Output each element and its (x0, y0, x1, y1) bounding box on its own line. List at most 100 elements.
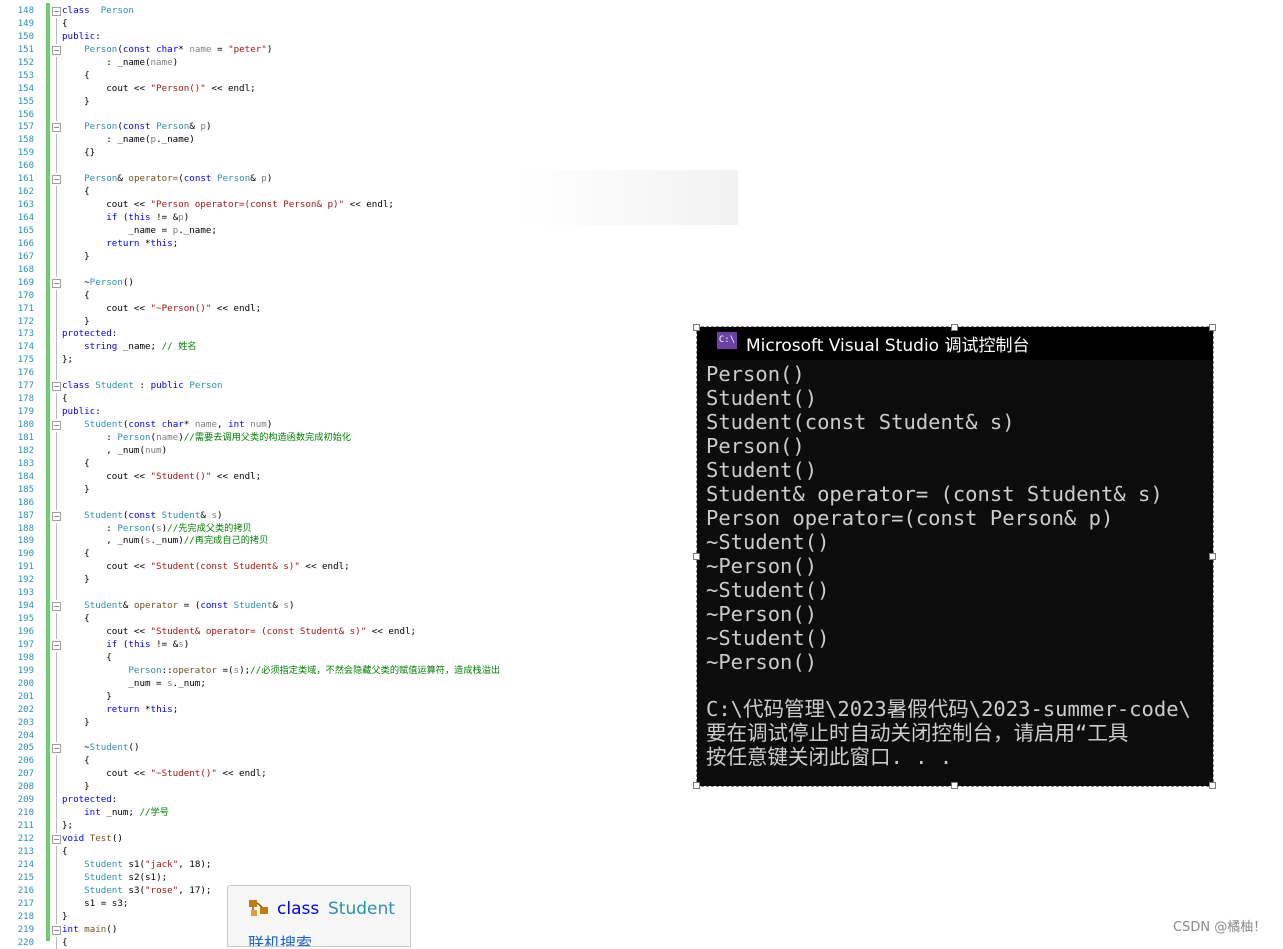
code-line[interactable]: _num = s._num; (62, 678, 700, 691)
code-line[interactable]: public: (62, 31, 700, 44)
code-line[interactable]: Person(const char* name = "peter") (62, 44, 700, 57)
code-line[interactable]: ~Person() (62, 277, 700, 290)
code-line[interactable]: } (62, 717, 700, 730)
code-line[interactable]: int _num; //学号 (62, 807, 700, 820)
resize-handle-ml[interactable] (693, 553, 700, 560)
collapse-toggle-icon[interactable]: − (52, 123, 61, 132)
code-token: } (62, 251, 90, 262)
code-line[interactable]: ~Student() (62, 742, 700, 755)
line-number: 208 (0, 781, 34, 794)
console-titlebar[interactable]: C:\ Microsoft Visual Studio 调试控制台 (697, 327, 1213, 360)
code-line[interactable] (62, 497, 700, 510)
code-line[interactable]: public: (62, 406, 700, 419)
code-line[interactable]: Student s1("jack", 18); (62, 859, 700, 872)
code-line[interactable]: string _name; // 姓名 (62, 341, 700, 354)
code-token: name (189, 44, 211, 55)
code-line[interactable]: { (62, 755, 700, 768)
resize-handle-tl[interactable] (693, 324, 700, 331)
code-line[interactable]: Person(const Person& p) (62, 121, 700, 134)
code-line[interactable]: : _name(p._name) (62, 134, 700, 147)
code-line[interactable]: { (62, 458, 700, 471)
code-line[interactable]: protected: (62, 794, 700, 807)
code-line[interactable] (62, 264, 700, 277)
code-line[interactable] (62, 367, 700, 380)
resize-handle-bm[interactable] (951, 782, 958, 789)
code-line[interactable]: { (62, 18, 700, 31)
collapse-toggle-icon[interactable]: − (52, 602, 61, 611)
code-line[interactable]: } (62, 316, 700, 329)
collapse-toggle-icon[interactable]: − (52, 926, 61, 935)
code-line[interactable]: : Person(name)//需要去调用父类的构造函数完成初始化 (62, 432, 700, 445)
fold-cell (51, 445, 61, 458)
code-line[interactable]: cout << "Person()" << endl; (62, 83, 700, 96)
code-line[interactable]: , _num(s._num)//再完成自己的拷贝 (62, 535, 700, 548)
code-line[interactable]: Student(const Student& s) (62, 510, 700, 523)
code-line[interactable]: protected: (62, 328, 700, 341)
collapse-toggle-icon[interactable]: − (52, 382, 61, 391)
code-token: s1( (123, 859, 145, 870)
debug-console-window[interactable]: C:\ Microsoft Visual Studio 调试控制台 Person… (697, 327, 1213, 786)
collapse-toggle-icon[interactable]: − (52, 641, 61, 650)
code-line[interactable] (62, 730, 700, 743)
resize-handle-tm[interactable] (951, 324, 958, 331)
collapse-toggle-icon[interactable]: − (52, 835, 61, 844)
code-token: const (123, 121, 151, 132)
code-line[interactable]: }; (62, 820, 700, 833)
code-line[interactable]: : _name(name) (62, 57, 700, 70)
fold-cell (51, 652, 61, 665)
collapse-toggle-icon[interactable]: − (52, 46, 61, 55)
code-line[interactable]: { (62, 846, 700, 859)
resize-handle-tr[interactable] (1209, 324, 1216, 331)
collapse-toggle-icon[interactable]: − (52, 744, 61, 753)
code-line[interactable]: { (62, 548, 700, 561)
code-line[interactable]: } (62, 574, 700, 587)
code-line[interactable]: Student& operator = (const Student& s) (62, 600, 700, 613)
collapse-toggle-icon[interactable]: − (52, 175, 61, 184)
code-line[interactable]: } (62, 691, 700, 704)
code-editor[interactable]: 1481491501511521531541551561571581591601… (0, 0, 700, 941)
line-number: 160 (0, 160, 34, 173)
code-line[interactable]: {} (62, 147, 700, 160)
code-token: ) (184, 639, 190, 650)
code-line[interactable]: { (62, 652, 700, 665)
code-line[interactable]: _name = p._name; (62, 225, 700, 238)
code-line[interactable]: return *this; (62, 238, 700, 251)
code-text[interactable]: class Person{public: Person(const char* … (62, 5, 700, 949)
code-line[interactable] (62, 109, 700, 122)
code-line[interactable]: cout << "~Person()" << endl; (62, 303, 700, 316)
code-line[interactable]: }; (62, 354, 700, 367)
code-line[interactable] (62, 587, 700, 600)
collapse-toggle-icon[interactable]: − (52, 512, 61, 521)
collapse-toggle-icon[interactable]: − (52, 421, 61, 430)
code-line[interactable]: } (62, 251, 700, 264)
code-line[interactable]: { (62, 613, 700, 626)
code-line[interactable]: cout << "Student& operator= (const Stude… (62, 626, 700, 639)
code-line[interactable]: class Student : public Person (62, 380, 700, 393)
collapse-toggle-icon[interactable]: − (52, 279, 61, 288)
code-line[interactable]: cout << "Student(const Student& s)" << e… (62, 561, 700, 574)
fold-cell: − (51, 173, 61, 186)
code-line[interactable]: { (62, 393, 700, 406)
code-line[interactable]: Student(const char* name, int num) (62, 419, 700, 432)
code-line[interactable]: void Test() (62, 833, 700, 846)
code-line[interactable]: Student s2(s1); (62, 872, 700, 885)
code-line[interactable]: return *this; (62, 704, 700, 717)
code-line[interactable]: if (this != &s) (62, 639, 700, 652)
code-line[interactable]: cout << "~Student()" << endl; (62, 768, 700, 781)
code-line[interactable]: { (62, 290, 700, 303)
code-line[interactable]: } (62, 484, 700, 497)
code-line[interactable]: , _num(num) (62, 445, 700, 458)
code-line[interactable]: } (62, 96, 700, 109)
online-search-link[interactable]: 联机搜索 (248, 930, 312, 947)
resize-handle-br[interactable] (1209, 782, 1216, 789)
code-token: protected (62, 794, 112, 805)
code-line[interactable]: { (62, 70, 700, 83)
code-line[interactable]: class Person (62, 5, 700, 18)
code-line[interactable]: } (62, 781, 700, 794)
resize-handle-bl[interactable] (693, 782, 700, 789)
code-line[interactable]: : Person(s)//先完成父类的拷贝 (62, 523, 700, 536)
resize-handle-mr[interactable] (1209, 553, 1216, 560)
code-line[interactable]: Person::operator =(s);//必须指定类域，不然会隐藏父类的赋… (62, 665, 700, 678)
code-line[interactable]: cout << "Student()" << endl; (62, 471, 700, 484)
collapse-toggle-icon[interactable]: − (52, 7, 61, 16)
